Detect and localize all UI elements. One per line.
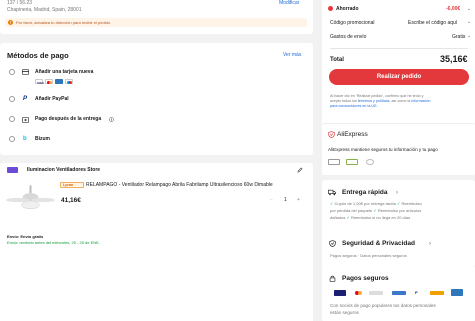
address-warning: Por favor, actualiza tu dirección para r… — [5, 18, 307, 27]
chevron-down-icon[interactable]: ⌄ — [467, 19, 471, 25]
product-price: 41,16€ — [61, 197, 81, 204]
mastercard-icon — [45, 79, 53, 84]
see-more-link[interactable]: Ver más — [283, 53, 301, 58]
payment-option-bizum[interactable]: b Bizum — [0, 135, 313, 145]
payment-radio[interactable] — [9, 69, 15, 75]
promo-code-label: Código promocional — [330, 20, 375, 26]
shipping-cost-label: Gastos de envío — [330, 34, 367, 40]
aliexpress-brand: AliExpress — [337, 131, 368, 138]
store-badge: Store — [7, 167, 19, 182]
fast-delivery-line-3: dañados ✓ Reembolso si no llega en 20 dí… — [330, 215, 411, 220]
payment-option-card[interactable]: Añadir una tarjeta nueva VISA — [0, 66, 313, 86]
security-title[interactable]: Seguridad & Privacidad — [342, 240, 415, 248]
cash-icon — [22, 116, 29, 123]
paypal-icon: P — [23, 96, 28, 102]
quantity-stepper: − 1 + — [265, 196, 303, 204]
secure-payments-text-1: Con socios de pago populares tus datos p… — [330, 303, 436, 308]
mastercard-icon — [353, 290, 365, 296]
edit-icon[interactable] — [297, 167, 303, 173]
payment-option-label: Bizum — [35, 136, 50, 142]
security-badge-icon — [328, 159, 340, 165]
lock-icon — [329, 275, 336, 282]
chevron-down-icon[interactable]: ⌄ — [467, 6, 471, 12]
payment-option-label: Pago después de la entrega — [35, 116, 102, 122]
saved-value: -6,00€ — [446, 6, 461, 12]
maestro-icon — [65, 79, 73, 84]
terms-link[interactable]: términos y políticas — [358, 99, 390, 103]
place-order-button[interactable]: Realizar pedido — [329, 69, 469, 85]
cartes-bancaires-icon — [430, 291, 444, 295]
saved-label: Ahorrado — [336, 6, 359, 12]
secure-payments-title: Pagos seguros — [342, 275, 389, 282]
payment-radio[interactable] — [9, 116, 15, 122]
address-line-2: Chapineria, Madrid, Spain, 28001 — [7, 7, 82, 13]
visa-icon — [334, 290, 346, 296]
shipping-cost-value: Gratis — [452, 34, 466, 40]
shipping-label: Envío: Envío gratis — [7, 234, 44, 239]
total-label: Total — [330, 57, 344, 63]
warning-icon — [8, 20, 13, 25]
legal-text-3[interactable]: para consumidores en la UE. — [330, 104, 378, 109]
fast-delivery-line-2: por pérdida del paquete ✓ Reembolso por … — [330, 208, 422, 213]
info-link[interactable]: información — [411, 99, 430, 103]
total-value: 35,16€ — [440, 54, 468, 64]
order-summary-card: Ahorrado -6,00€ ⌄ Código promocional Esc… — [322, 0, 475, 126]
payment-option-cod[interactable]: Pago después de la entrega — [0, 115, 313, 125]
qty-value[interactable]: 1 — [284, 197, 287, 203]
secure-payments-text-2: están seguros — [330, 310, 359, 315]
product-title[interactable]: RELAMPAGO - Ventilador Relampago Abrila … — [86, 183, 273, 188]
security-badge-icon — [346, 159, 358, 165]
chevron-down-icon[interactable]: ⌄ — [467, 33, 471, 39]
coupon-icon — [328, 6, 333, 11]
payment-radio[interactable] — [9, 136, 15, 142]
payment-methods-card: Métodos de pago Ver más Añadir una tarje… — [0, 43, 313, 155]
safekey-icon — [392, 291, 406, 295]
shield-icon — [328, 131, 335, 138]
fast-delivery-title[interactable]: Entrega rápida — [342, 189, 388, 197]
address-card: 137 / 56.23 Chapineria, Madrid, Spain, 2… — [0, 0, 313, 34]
delivery-estimate: Envío: recíbelo antes del miércoles, 20 … — [7, 240, 100, 245]
ceiling-fan-icon — [6, 185, 55, 210]
credit-card-icon — [22, 69, 29, 75]
info-icon[interactable] — [109, 116, 114, 122]
security-badge-icon — [366, 159, 374, 165]
promo-code-input[interactable]: Escribe el código aquí — [408, 21, 457, 26]
bizum-icon: b — [23, 136, 27, 142]
chevron-right-icon[interactable]: › — [429, 241, 431, 247]
amex-icon — [55, 79, 63, 84]
qty-plus-button[interactable]: + — [297, 197, 300, 203]
qty-minus-button[interactable]: − — [270, 197, 273, 203]
aliexpress-trust-card: AliExpress AliExpress mantiene seguros t… — [322, 123, 475, 175]
payment-methods-title: Métodos de pago — [7, 51, 69, 60]
warning-text: Por favor, actualiza tu dirección para r… — [16, 19, 111, 25]
payment-radio[interactable] — [9, 96, 15, 102]
aliexpress-secure-text: AliExpress mantiene seguros tu informaci… — [328, 147, 438, 152]
address-line-1: 137 / 56.23 — [7, 0, 33, 6]
chevron-right-icon[interactable]: › — [396, 190, 398, 196]
payment-option-paypal[interactable]: P Añadir PayPal — [0, 95, 313, 105]
secure-payments-card: Pagos seguros P Con socios de pago popul… — [322, 266, 475, 321]
amex-icon — [451, 289, 463, 296]
paypal-icon: P — [415, 290, 427, 296]
divider — [330, 48, 468, 49]
store-name[interactable]: Iluminacion Ventiladores Store — [27, 167, 100, 173]
discover-icon — [369, 291, 383, 295]
payment-option-label: Añadir PayPal — [35, 96, 69, 102]
fast-delivery-line-1: ✓ Cupón de 1,00€ por entrega tardía ✓ Re… — [330, 201, 422, 206]
visa-icon: VISA — [35, 79, 45, 85]
product-image[interactable] — [6, 183, 55, 219]
truck-icon — [328, 189, 336, 196]
security-text: Pagos seguros · Datos personales seguros — [330, 253, 407, 258]
shield-check-icon — [329, 240, 336, 247]
modify-address-link[interactable]: Modificar — [279, 1, 299, 6]
fast-delivery-card: Entrega rápida › ✓ Cupón de 1,00€ por en… — [322, 180, 475, 235]
payment-option-label: Añadir una tarjeta nueva — [35, 69, 94, 75]
brand-badge: Lycan — [60, 182, 84, 188]
store-card: Store Iluminacion Ventiladores Store Lyc… — [0, 163, 313, 321]
security-privacy-card: Seguridad & Privacidad › Pagos seguros ·… — [322, 230, 475, 266]
